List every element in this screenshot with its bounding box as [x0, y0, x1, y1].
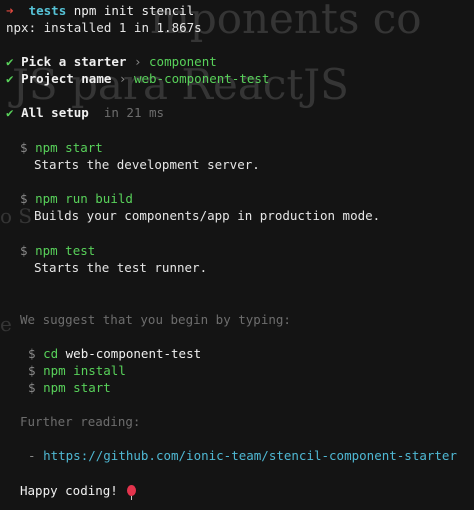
command-text: npm install [43, 363, 126, 378]
setup-label: All setup [21, 105, 89, 120]
dollar-prompt: $ [20, 140, 28, 155]
list-dash: - [28, 448, 36, 463]
happy-coding-text: Happy coding! [20, 483, 118, 498]
command-description: Starts the development server. [34, 157, 260, 172]
command-description: Starts the test runner. [34, 260, 208, 275]
step-label: Pick a starter [21, 54, 127, 69]
command-text: npm run build [35, 191, 133, 206]
suggest-text: We suggest that you begin by typing: [20, 312, 291, 327]
dollar-prompt: $ [28, 363, 36, 378]
step-value: component [149, 54, 217, 69]
happy-coding-line: Happy coding! [20, 482, 137, 500]
suggest-command-cd: $ cd web-component-test [28, 345, 201, 362]
command-text: npm start [35, 140, 103, 155]
prompt-command: npm init stencil [73, 3, 195, 18]
check-icon: ✔ [6, 71, 14, 86]
prompt-line: ➜ tests npm init stencil [6, 2, 194, 19]
dollar-prompt: $ [20, 191, 28, 206]
setup-status: ✔ All setup in 21 ms [6, 104, 164, 121]
chevron-right-icon: › [133, 54, 142, 69]
stencil-starter-link[interactable]: https://github.com/ionic-team/stencil-co… [43, 448, 457, 463]
check-icon: ✔ [6, 54, 14, 69]
suggest-command-install: $ npm install [28, 362, 126, 379]
step-label: Project name [21, 71, 112, 86]
dollar-prompt: $ [28, 380, 36, 395]
command-npm-run-build: $ npm run build [20, 190, 133, 207]
balloon-icon [127, 485, 137, 500]
command-text: npm start [43, 380, 111, 395]
dollar-prompt: $ [28, 346, 36, 361]
setup-time: in 21 ms [103, 105, 165, 120]
further-reading-link-row: - https://github.com/ionic-team/stencil-… [28, 447, 457, 464]
npx-status-line: npx: installed 1 in 1.867s [6, 20, 202, 35]
background-fragment-text: o S [0, 204, 33, 228]
command-argument: web-component-test [65, 346, 202, 361]
further-reading-label: Further reading: [20, 414, 141, 429]
step-project-name: ✔ Project name › web-component-test [6, 70, 269, 87]
step-value: web-component-test [133, 71, 270, 86]
dollar-prompt: $ [20, 243, 28, 258]
prompt-arrow-icon: ➜ [6, 3, 14, 18]
command-text: npm test [35, 243, 96, 258]
prompt-directory: tests [28, 3, 67, 18]
command-npm-test: $ npm test [20, 242, 95, 259]
command-npm-start: $ npm start [20, 139, 103, 156]
check-icon: ✔ [6, 105, 14, 120]
background-fragment-text: e [0, 312, 12, 336]
command-description: Builds your components/app in production… [34, 208, 381, 223]
step-starter: ✔ Pick a starter › component [6, 53, 217, 70]
command-text: cd [43, 346, 59, 361]
chevron-right-icon: › [118, 71, 127, 86]
suggest-command-start: $ npm start [28, 379, 111, 396]
